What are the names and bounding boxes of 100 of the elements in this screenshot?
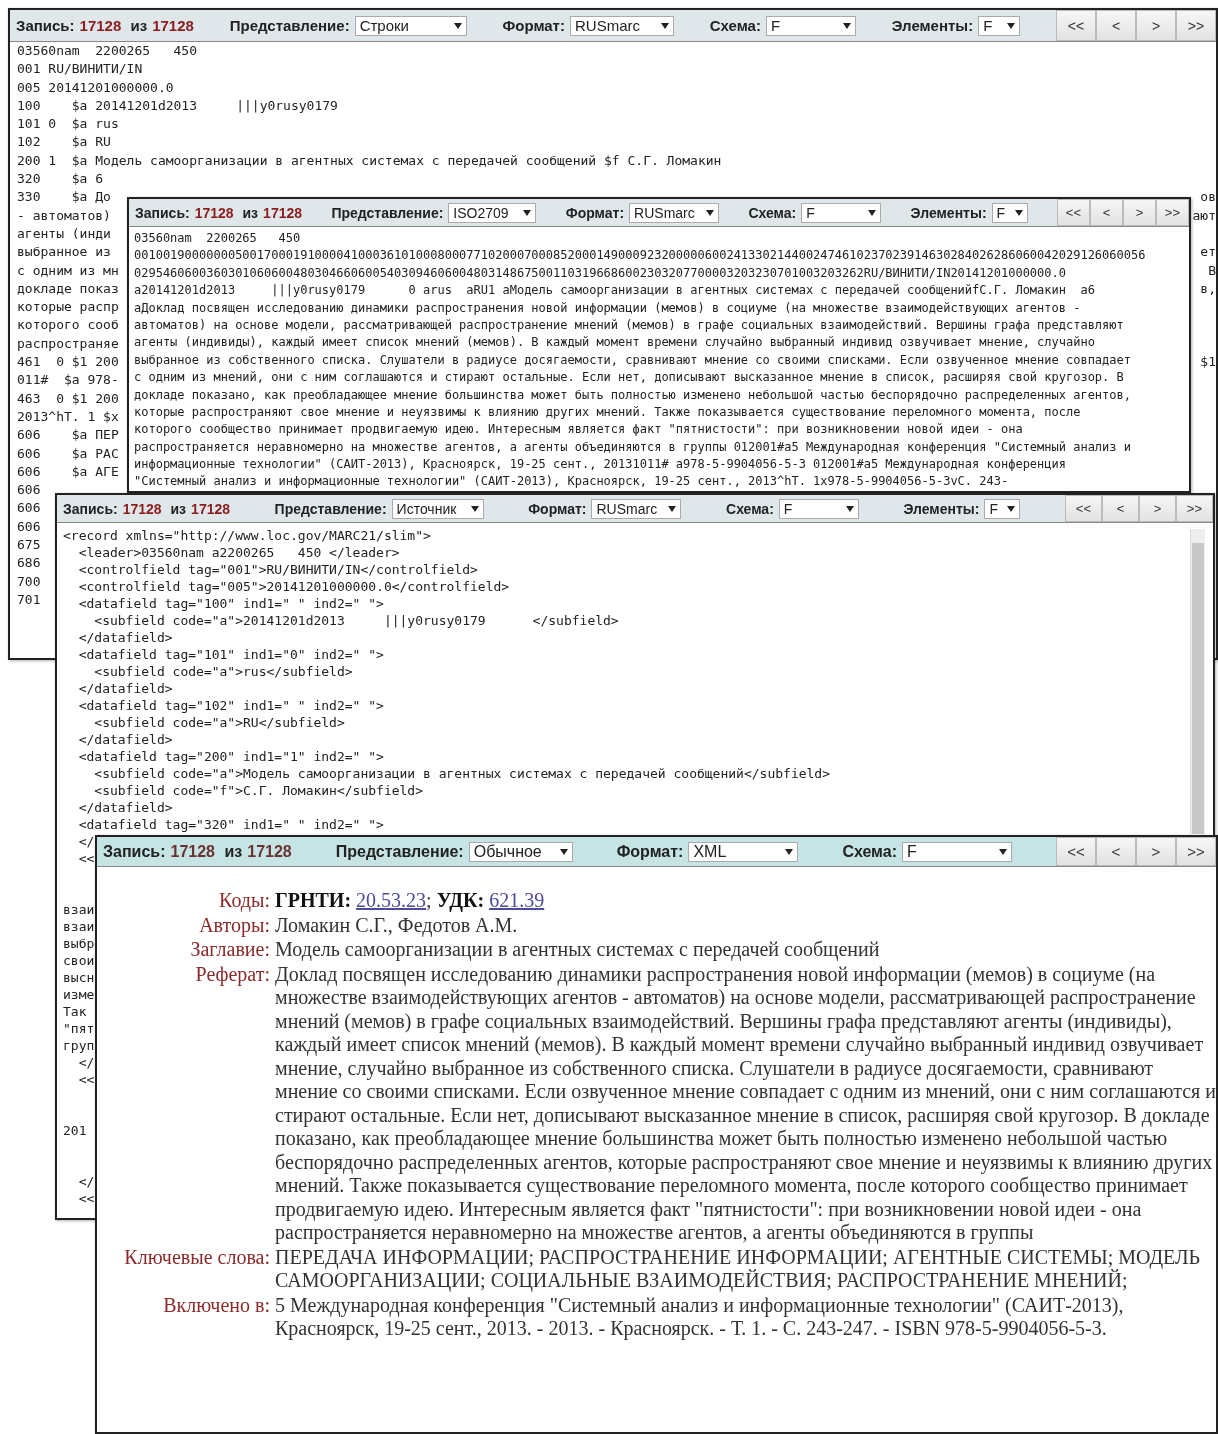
code-line: <subfield code="f">С.Г. Ломакин</subfield> [93,782,424,799]
code-line-fragment: ов [1200,188,1216,207]
field-label: Формат: [528,500,587,517]
nav-button[interactable]: << [1056,199,1090,226]
record-field-value: 5 Международная конференция "Системный анализ и информационные технологии" (САИТ-2013), Красноярск, 19-25 сент., 2013. - 2013. - Красноярск. - Т. 1. - С. 243-247. - ISBN 978-5-9904056-5-3. [275,1293,1125,1341]
dropdown[interactable]: F [901,841,1012,862]
field-label: Схема: [709,17,761,34]
dropdown[interactable]: RUSmarc [569,15,674,36]
nav-button[interactable]: > [1138,495,1176,522]
nav-button[interactable]: < [1101,495,1139,522]
field-label: Формат: [616,842,684,861]
code-line: свои [63,952,95,969]
code-line: 330 $a До [17,188,111,207]
record-label: Запись: [16,17,75,34]
nav-button[interactable]: > [1136,10,1176,41]
nav-button[interactable]: < [1096,10,1136,41]
code-line: 606 [17,499,41,518]
code-line: <subfield code="a">RU</subfield> [93,714,345,731]
code-scheme-label: УДК: [436,889,485,913]
caret-icon [845,505,854,512]
record-field-label: Авторы: [198,913,270,937]
caret-icon [559,848,568,855]
nav-button[interactable]: >> [1176,10,1216,41]
dropdown[interactable]: Обычное [468,841,573,862]
code-line: выбранное из собственного списка. Слушатели в радиусе досягаемости, сравнивают мнение со своими списками. Если озвученное мнение совпадает [134,351,1131,369]
dropdown[interactable]: RUSmarc [591,498,682,519]
record-field-label: Коды: [218,889,270,913]
code-line: которого сооб [17,316,119,335]
record-field-label: Включено в: [162,1293,270,1318]
nav-button[interactable]: >> [1155,199,1189,226]
code-line: "Системный анализ и информационные технологии" (САИТ-2013), Красноярск, 19-25 сент., 2013^hT. 1x978-5-9904056-5-3vC. 243- [134,473,1009,491]
dropdown[interactable]: F [978,15,1021,36]
record-total: 17128 [263,204,303,221]
scrollbar[interactable] [1190,529,1205,834]
code-line: <subfield code="a">Модель самоорганизации в агентных системах с передачей сообщений</subfield> [93,765,830,782]
code-line: 461 0 $1 200 [17,353,119,372]
dropdown[interactable]: Источник [391,498,484,519]
code-line: 675 [17,536,41,554]
field-label: Формат: [565,204,625,221]
dropdown[interactable]: XML [688,841,799,862]
nav-button[interactable]: << [1055,837,1096,866]
code-line: "пят [63,1020,95,1037]
dropdown[interactable]: F [801,202,882,223]
code-line: <datafield tag="101" ind1="0" ind2=" "> [77,646,384,663]
code-line: 005 20141201000000.0 [17,78,174,97]
nav-button[interactable]: << [1056,10,1096,41]
code-line: агенты (индивиды), каждый имеет список мнений (мемов). В каждый момент времени случайно выбранный индивид озвучивает мнение, случайно [134,334,1095,352]
dropdown[interactable]: Строки [354,15,467,36]
caret-icon [453,22,462,29]
code-line: распространяе [17,334,119,353]
code-link[interactable]: 621.39 [489,889,545,913]
nav-button[interactable]: > [1135,837,1176,866]
field-label: Представление: [335,842,464,861]
code-line: Так [63,1003,87,1020]
scrollbar-thumb[interactable] [1192,543,1204,834]
record-total: 17128 [152,17,194,34]
code-line: автоматов) на основе модели, рассматривающей распространение мнений (мемов) в графе социальных взаимодействий. Вершины графа представляют [134,316,1124,334]
code-line: 606 $a АГЕ [17,462,119,481]
dropdown[interactable]: F [984,498,1021,519]
code-link[interactable]: 20.53.23 [356,889,427,913]
code-line: 2013^hT. 1 $x [17,407,119,426]
code-line: </ [77,1173,95,1190]
dropdown[interactable]: F [778,498,859,519]
field-label: Элементы: [903,500,980,517]
caret-icon [1007,505,1016,512]
code-line: груп [63,1037,95,1054]
code-line: агенты (инди [17,224,111,243]
dropdown[interactable]: F [991,202,1028,223]
nav-button[interactable]: << [1064,495,1102,522]
caret-icon [523,209,532,216]
field-label: Элементы: [891,17,974,34]
nav-button[interactable]: >> [1175,837,1216,866]
nav-button[interactable]: < [1089,199,1123,226]
caret-icon [868,209,877,216]
field-label: Схема: [726,500,774,517]
code-line: изме [63,986,95,1003]
code-line: - автоматов) [17,206,111,225]
code-line: выбранное из [17,243,111,262]
nav-button[interactable]: >> [1175,495,1213,522]
record-total: 17128 [191,500,231,517]
code-line: 102 $a RU [17,133,111,152]
record-label: Запись: [103,842,166,861]
code-line: <datafield tag="100" ind1=" " ind2=" "> [77,595,384,612]
field-label: Схема: [748,204,797,221]
nav-button[interactable]: > [1122,199,1156,226]
code-line: <subfield code="a">20141201d2013 |||y0rusy0179 </subfield> [93,612,619,629]
field-label: Представление: [331,204,444,221]
code-line: взаи [63,918,95,935]
nav-button[interactable]: < [1095,837,1136,866]
dropdown[interactable]: F [765,15,856,36]
caret-icon [470,505,479,512]
dropdown[interactable]: ISO2709 [448,202,537,223]
dropdown[interactable]: RUSmarc [629,202,720,223]
code-line: << [77,1071,95,1088]
caret-icon [998,848,1007,855]
code-line: которые распр [17,298,119,317]
code-line-fragment: ет [1200,243,1216,262]
field-label: Элементы: [910,204,987,221]
separator-text: ; [426,889,432,913]
code-line: << [77,850,95,867]
